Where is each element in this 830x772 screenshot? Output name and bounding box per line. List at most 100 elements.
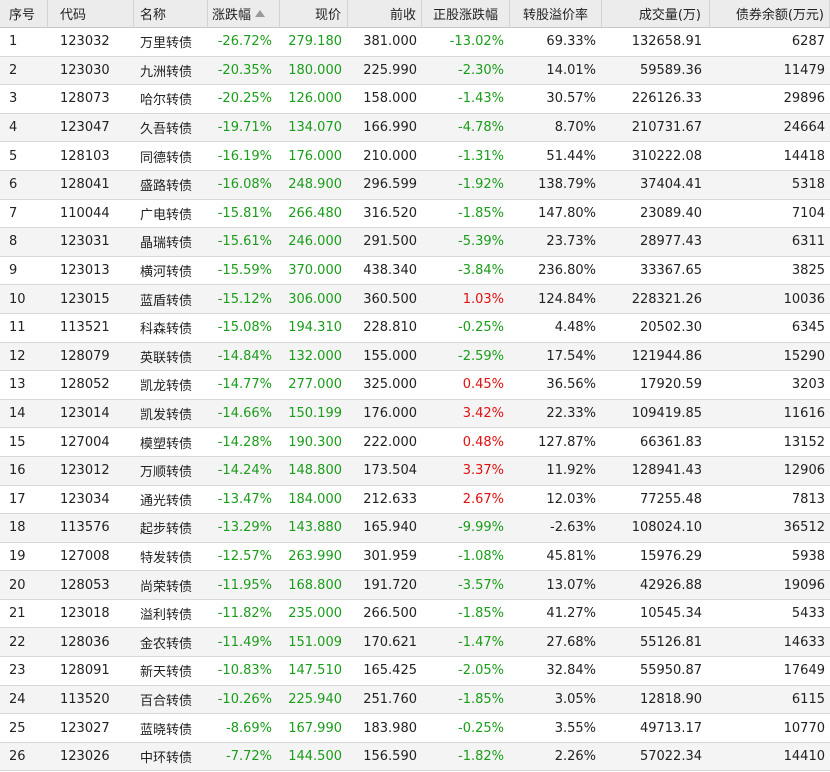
table-row[interactable]: 21 123018 溢利转债 -11.82% 235.000 266.500 -1.85% 4… [0, 599, 830, 629]
table-row[interactable]: 9 123013 横河转债 -15.59% 370.000 438.340 -3.84% 23… [0, 256, 830, 286]
cell-stock-change: -1.85% [458, 691, 504, 707]
cell-name: 哈尔转债 [140, 93, 193, 109]
cell-seq: 2 [9, 62, 18, 78]
cell-name: 凯发转债 [140, 408, 193, 424]
table-row[interactable]: 5 128103 同德转债 -16.19% 176.000 210.000 -1.31% 51… [0, 142, 830, 171]
cell-code: 123015 [60, 291, 110, 307]
cell-price: 225.940 [288, 691, 342, 707]
cell-balance: 5318 [791, 177, 825, 193]
col-header-volume[interactable]: 成交量(万) [602, 0, 710, 27]
cell-volume: 10545.34 [639, 606, 702, 622]
cell-code: 123026 [60, 749, 110, 765]
cell-price: 167.990 [288, 720, 342, 736]
table-row[interactable]: 8 123031 晶瑞转债 -15.61% 246.000 291.500 -5.39% 23… [0, 228, 830, 257]
cell-balance: 36512 [783, 520, 825, 536]
table-row[interactable]: 26 123026 中环转债 -7.72% 144.500 156.590 -1.82% 2.… [0, 742, 830, 772]
table-row[interactable]: 3 128073 哈尔转债 -20.25% 126.000 158.000 -1.43% 30… [0, 85, 830, 114]
cell-name: 同德转债 [140, 150, 193, 166]
col-header-price[interactable]: 现价 [280, 0, 348, 27]
cell-seq: 4 [9, 120, 18, 136]
col-header-code[interactable]: 代码 [48, 0, 134, 27]
cell-volume: 59589.36 [639, 62, 702, 78]
cell-price: 126.000 [288, 91, 342, 107]
table-row[interactable]: 10 123015 蓝盾转债 -15.12% 306.000 360.500 1.03% 12… [0, 285, 830, 314]
cell-stock-change: 0.48% [462, 434, 504, 450]
cell-seq: 25 [9, 720, 26, 736]
col-header-balance[interactable]: 债券余额(万元) [710, 0, 830, 27]
cell-volume: 66361.83 [639, 434, 702, 450]
cell-name: 溢利转债 [140, 608, 193, 624]
cell-stock-change: 3.37% [462, 463, 504, 479]
table-row[interactable]: 22 128036 金农转债 -11.49% 151.009 170.621 -1.47% 2… [0, 628, 830, 658]
table-row[interactable]: 4 123047 久吾转债 -19.71% 134.070 166.990 -4.78% 8.… [0, 113, 830, 143]
cell-name: 万顺转债 [140, 465, 193, 481]
cell-premium: 41.27% [546, 606, 596, 622]
table-row[interactable]: 18 113576 起步转债 -13.29% 143.880 165.940 -9.99% -… [0, 514, 830, 543]
cell-volume: 108024.10 [631, 520, 702, 536]
col-header-prev-close[interactable]: 前收 [348, 0, 422, 27]
cell-prev-close: 170.621 [363, 634, 417, 650]
table-row[interactable]: 13 128052 凯龙转债 -14.77% 277.000 325.000 0.45% 36… [0, 371, 830, 400]
cell-prev-close: 191.720 [363, 577, 417, 593]
cell-name: 模塑转债 [140, 436, 193, 452]
cell-balance: 7813 [791, 491, 825, 507]
col-header-name[interactable]: 名称 [134, 0, 208, 27]
cell-code: 113576 [60, 520, 110, 536]
cell-prev-close: 266.500 [363, 606, 417, 622]
cell-price: 168.800 [288, 577, 342, 593]
cell-premium: 22.33% [546, 406, 596, 422]
cell-premium: 11.92% [546, 463, 596, 479]
table-row[interactable]: 23 128091 新天转债 -10.83% 147.510 165.425 -2.05% 3… [0, 657, 830, 686]
table-row[interactable]: 16 123012 万顺转债 -14.24% 148.800 173.504 3.37% 11… [0, 456, 830, 486]
cell-volume: 121944.86 [631, 348, 702, 364]
cell-seq: 1 [9, 34, 18, 50]
table-row[interactable]: 1 123032 万里转债 -26.72% 279.180 381.000 -13.02% 6… [0, 28, 830, 57]
table-row[interactable]: 24 113520 百合转债 -10.26% 225.940 251.760 -1.85% 3… [0, 685, 830, 715]
table-row[interactable]: 11 113521 科森转债 -15.08% 194.310 228.810 -0.25% 4… [0, 313, 830, 343]
cell-premium: 32.84% [546, 663, 596, 679]
cell-code: 128041 [60, 177, 110, 193]
cell-volume: 55126.81 [639, 634, 702, 650]
cell-volume: 23089.40 [639, 205, 702, 221]
cell-code: 128091 [60, 663, 110, 679]
cell-seq: 6 [9, 177, 18, 193]
col-header-change-label: 涨跌幅 [212, 8, 252, 23]
cell-price: 134.070 [288, 120, 342, 136]
cell-change: -15.08% [217, 320, 272, 336]
cell-change: -11.82% [217, 606, 272, 622]
cell-balance: 14418 [783, 148, 825, 164]
table-row[interactable]: 7 110044 广电转债 -15.81% 266.480 316.520 -1.85% 14… [0, 199, 830, 229]
cell-name: 久吾转债 [140, 122, 193, 138]
table-row[interactable]: 17 123034 通光转债 -13.47% 184.000 212.633 2.67% 12… [0, 485, 830, 515]
table-row[interactable]: 25 123027 蓝晓转债 -8.69% 167.990 183.980 -0.25% 3.… [0, 714, 830, 743]
table-row[interactable]: 12 128079 英联转债 -14.84% 132.000 155.000 -2.59% 1… [0, 342, 830, 372]
table-row[interactable]: 20 128053 尚荣转债 -11.95% 168.800 191.720 -3.57% 1… [0, 571, 830, 600]
cell-stock-change: -13.02% [449, 34, 504, 50]
cell-prev-close: 225.990 [363, 62, 417, 78]
table-row[interactable]: 19 127008 特发转债 -12.57% 263.990 301.959 -1.08% 4… [0, 542, 830, 572]
cell-change: -14.84% [217, 348, 272, 364]
cell-premium: 13.07% [546, 577, 596, 593]
table-row[interactable]: 15 127004 模塑转债 -14.28% 190.300 222.000 0.48% 12… [0, 428, 830, 457]
col-header-seq[interactable]: 序号 [0, 0, 48, 27]
cell-stock-change: -0.25% [458, 320, 504, 336]
cell-name: 横河转债 [140, 265, 193, 281]
cell-premium: 138.79% [538, 177, 596, 193]
cell-premium: 127.87% [538, 434, 596, 450]
cell-name: 盛路转债 [140, 179, 193, 195]
cell-change: -16.19% [217, 148, 272, 164]
table-row[interactable]: 2 123030 九洲转债 -20.35% 180.000 225.990 -2.30% 14… [0, 56, 830, 86]
table-row[interactable]: 14 123014 凯发转债 -14.66% 150.199 176.000 3.42% 22… [0, 399, 830, 429]
cell-seq: 5 [9, 148, 18, 164]
table-row[interactable]: 6 128041 盛路转债 -16.08% 248.900 296.599 -1.92% 13… [0, 170, 830, 200]
col-header-change[interactable]: 涨跌幅 [208, 0, 280, 27]
col-header-stock-change[interactable]: 正股涨跌幅 [422, 0, 510, 27]
cell-balance: 10036 [783, 291, 825, 307]
cell-name: 蓝晓转债 [140, 722, 193, 738]
cell-code: 128079 [60, 348, 110, 364]
cell-balance: 12906 [783, 463, 825, 479]
cell-prev-close: 228.810 [363, 320, 417, 336]
cell-prev-close: 325.000 [363, 377, 417, 393]
cell-code: 127008 [60, 548, 110, 564]
col-header-premium[interactable]: 转股溢价率 [510, 0, 602, 27]
